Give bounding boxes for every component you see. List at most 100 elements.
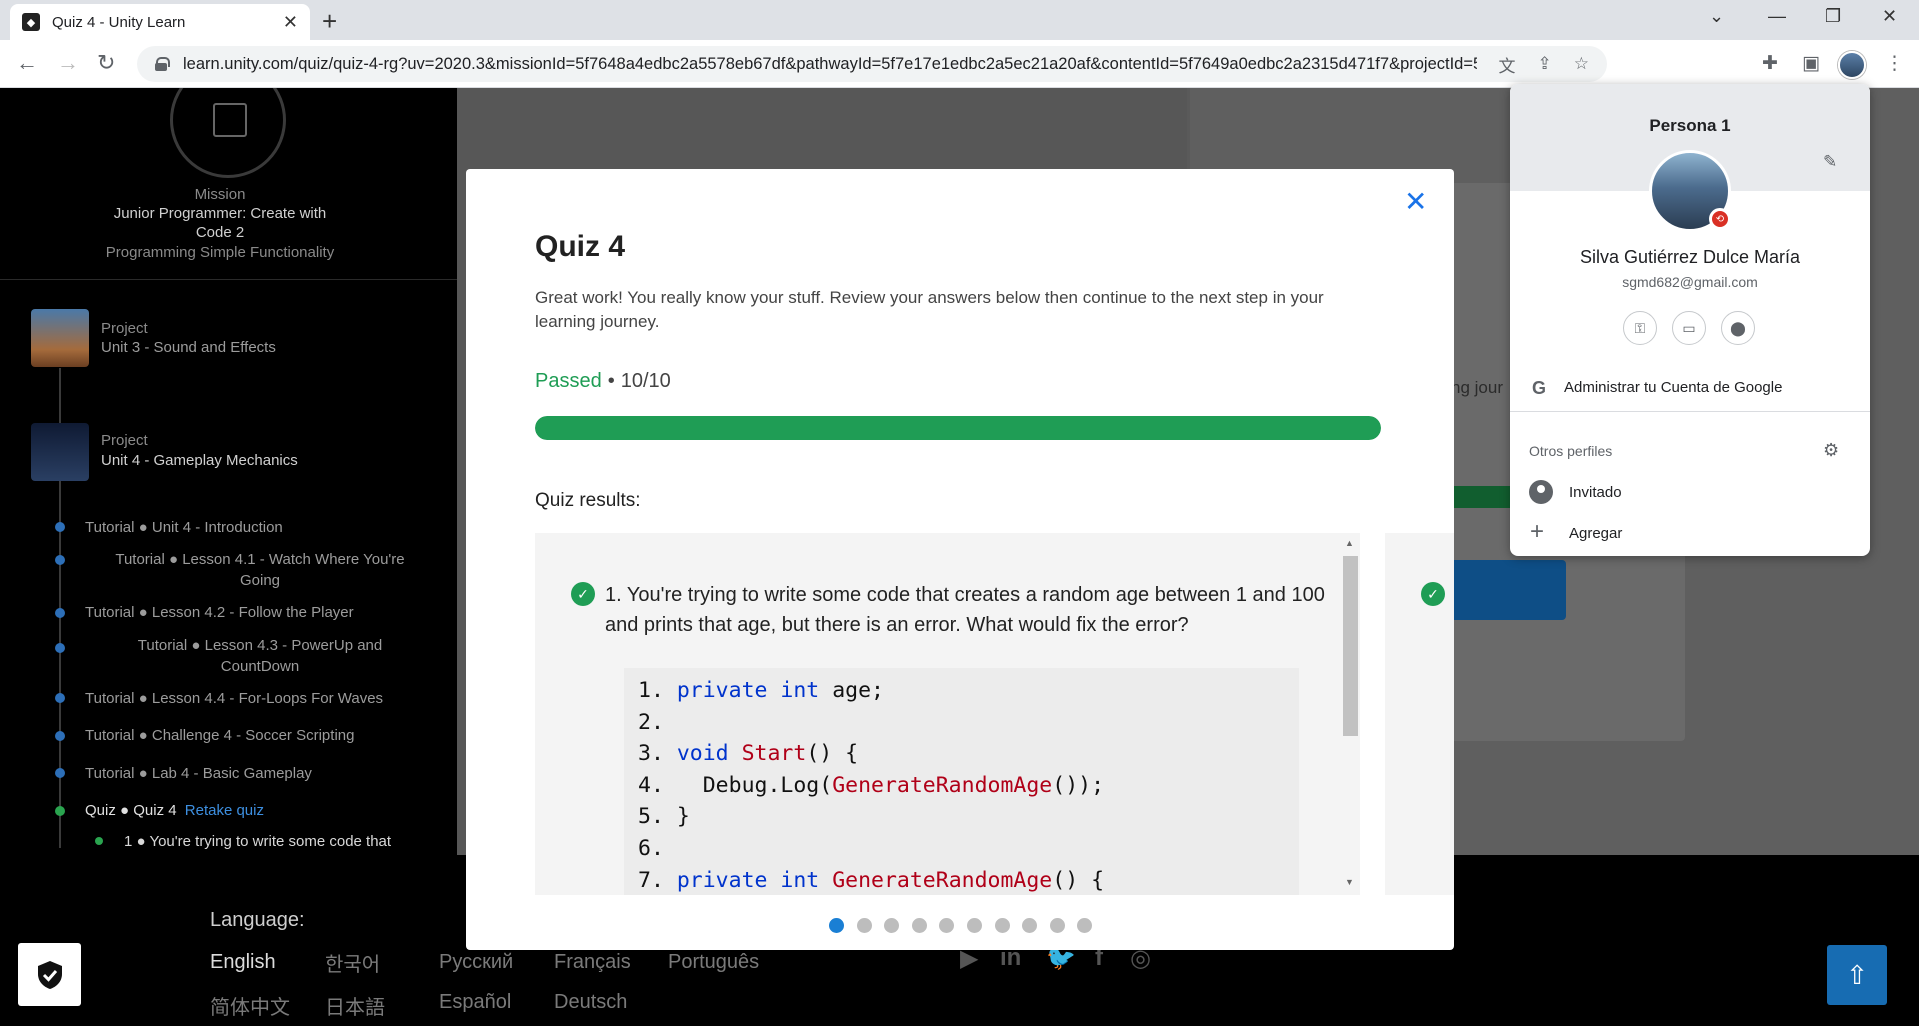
quiz-status: Passed • 10/10 — [535, 370, 671, 393]
code-token: GenerateRandomAge — [832, 867, 1053, 893]
code-line-number: 7. — [638, 867, 677, 893]
language-french[interactable]: Français — [554, 951, 631, 974]
url-text[interactable]: learn.unity.com/quiz/quiz-4-rg?uv=2020.3… — [183, 55, 1477, 74]
project-thumbnail-unit4[interactable] — [31, 423, 89, 481]
privacy-shield-button[interactable] — [18, 943, 81, 1006]
sidebar-item-challenge-4[interactable]: Tutorial ● Challenge 4 - Soccer Scriptin… — [85, 725, 354, 746]
sidebar-item-question-1[interactable]: 1 ● You're trying to write some code tha… — [124, 831, 391, 852]
payment-card-icon[interactable]: ▭ — [1672, 311, 1706, 345]
project-title-unit4[interactable]: Unit 4 - Gameplay Mechanics — [101, 452, 298, 469]
language-title: Language: — [210, 909, 305, 931]
lock-icon[interactable] — [155, 57, 170, 71]
scroll-thumb[interactable] — [1343, 556, 1358, 736]
sidebar-item-lesson-4-4[interactable]: Tutorial ● Lesson 4.4 - For-Loops For Wa… — [85, 688, 383, 709]
language-chinese[interactable]: 简体中文 — [210, 991, 290, 1020]
pagination-dot[interactable] — [1049, 918, 1065, 933]
back-icon[interactable]: ← — [16, 50, 38, 76]
guest-profile-item[interactable]: Invitado — [1569, 484, 1622, 501]
pagination-dot[interactable] — [994, 918, 1010, 933]
code-line: 2. — [638, 707, 1299, 739]
pagination-dot[interactable] — [856, 918, 872, 933]
minimize-icon[interactable]: — — [1768, 6, 1786, 27]
timeline-dot — [55, 693, 65, 703]
guest-avatar-icon[interactable] — [1529, 480, 1553, 504]
question-panel-next[interactable] — [1385, 533, 1454, 895]
profile-avatar-button[interactable] — [1838, 51, 1866, 79]
code-token: () { — [1052, 867, 1105, 893]
pagination-dot[interactable] — [911, 918, 927, 933]
scroll-up-arrow-icon[interactable]: ▲ — [1345, 538, 1354, 548]
code-line: 1. private int age; — [638, 675, 1299, 707]
translate-icon[interactable]: 文 — [1499, 52, 1516, 77]
close-window-icon[interactable]: ✕ — [1882, 6, 1897, 27]
divider — [0, 279, 457, 280]
language-german[interactable]: Deutsch — [554, 991, 627, 1014]
sidebar-item-lab-4[interactable]: Tutorial ● Lab 4 - Basic Gameplay — [85, 763, 312, 784]
mission-logo-icon — [170, 88, 286, 178]
sidebar-item-label: Tutorial ● Lesson 4.1 - Watch Where You'… — [115, 551, 405, 568]
forward-icon[interactable]: → — [57, 50, 79, 76]
mission-title-line2[interactable]: Code 2 — [0, 224, 440, 241]
share-icon[interactable]: ⇪ — [1538, 54, 1552, 74]
plus-icon[interactable]: + — [1530, 520, 1544, 544]
manage-google-account[interactable]: G Administrar tu Cuenta de Google — [1510, 364, 1870, 412]
retake-quiz-link[interactable]: Retake quiz — [185, 802, 264, 819]
code-line-number: 2. — [638, 709, 677, 735]
scroll-down-arrow-icon[interactable]: ▼ — [1345, 877, 1354, 887]
mission-title[interactable]: Junior Programmer: Create with — [0, 205, 440, 222]
pagination-dot[interactable] — [829, 918, 844, 933]
code-token: Debug.Log( — [676, 772, 833, 798]
pagination-dot[interactable] — [1022, 918, 1038, 933]
tab-search-icon[interactable]: ⌄ — [1709, 6, 1724, 27]
language-english[interactable]: English — [210, 951, 276, 974]
reload-icon[interactable]: ↻ — [97, 50, 115, 76]
add-profile-item[interactable]: Agregar — [1569, 525, 1622, 542]
sidebar-item-lesson-4-2[interactable]: Tutorial ● Lesson 4.2 - Follow the Playe… — [85, 602, 354, 623]
code-line-number: 4. — [638, 772, 677, 798]
extensions-icon[interactable]: ✚ — [1762, 52, 1778, 75]
browser-tab[interactable]: ◆ Quiz 4 - Unity Learn ✕ — [10, 4, 310, 40]
sidebar-item-lesson-4-1[interactable]: Tutorial ● Lesson 4.1 - Watch Where You'… — [85, 549, 435, 591]
side-panel-icon[interactable]: ▣ — [1802, 52, 1820, 75]
progress-fill — [535, 416, 1381, 440]
question-pagination — [829, 918, 1105, 933]
restore-icon[interactable]: ❐ — [1825, 6, 1841, 27]
tab-strip: ◆ Quiz 4 - Unity Learn ✕ + ⌄ — ❐ ✕ — [0, 0, 1919, 40]
sidebar-item-lesson-4-3[interactable]: Tutorial ● Lesson 4.3 - PowerUp and Coun… — [85, 635, 435, 677]
sidebar-item-unit4-intro[interactable]: Tutorial ● Unit 4 - Introduction — [85, 517, 283, 538]
sync-paused-icon: ⟲ — [1709, 208, 1731, 230]
menu-icon[interactable]: ⋮ — [1885, 52, 1904, 75]
language-portuguese[interactable]: Português — [668, 951, 759, 974]
pagination-dot[interactable] — [939, 918, 955, 933]
code-token: GenerateRandomAge — [832, 772, 1053, 798]
address-bar[interactable]: learn.unity.com/quiz/quiz-4-rg?uv=2020.3… — [137, 46, 1607, 82]
bookmark-star-icon[interactable]: ☆ — [1574, 54, 1589, 74]
passwords-key-icon[interactable]: ⚿ — [1623, 311, 1657, 345]
project-title-unit3[interactable]: Unit 3 - Sound and Effects — [101, 339, 276, 356]
language-japanese[interactable]: 日本語 — [325, 991, 385, 1020]
tab-title: Quiz 4 - Unity Learn — [52, 13, 186, 31]
project-thumbnail-unit3[interactable] — [31, 309, 89, 367]
sidebar-item-label: Tutorial ● Lesson 4.3 - PowerUp and — [137, 637, 383, 654]
language-russian[interactable]: Русский — [439, 951, 513, 974]
new-tab-icon[interactable]: + — [322, 6, 337, 37]
timeline-dot — [55, 522, 65, 532]
code-token: int — [780, 867, 820, 893]
gear-icon[interactable]: ⚙ — [1823, 440, 1839, 461]
tab-close-icon[interactable]: ✕ — [283, 12, 298, 33]
scroll-to-top-button[interactable]: ⇧ — [1827, 945, 1887, 1005]
pagination-dot[interactable] — [884, 918, 900, 933]
code-line: 3. void Start() { — [638, 738, 1299, 770]
edit-pencil-icon[interactable]: ✎ — [1823, 152, 1837, 172]
timeline-dot — [55, 643, 65, 653]
code-line: 7. private int GenerateRandomAge() { — [638, 865, 1299, 895]
sidebar-item-quiz-4[interactable]: Quiz ● Quiz 4 Retake quiz — [85, 800, 264, 821]
code-line-number: 6. — [638, 835, 677, 861]
close-icon[interactable]: ✕ — [1404, 188, 1427, 216]
pagination-dot[interactable] — [966, 918, 982, 933]
language-spanish[interactable]: Español — [439, 991, 511, 1014]
pagination-dot[interactable] — [1077, 918, 1093, 933]
address-pin-icon[interactable]: ⬤ — [1721, 311, 1755, 345]
project-label: Project — [101, 432, 148, 449]
language-korean[interactable]: 한국어 — [325, 948, 380, 977]
